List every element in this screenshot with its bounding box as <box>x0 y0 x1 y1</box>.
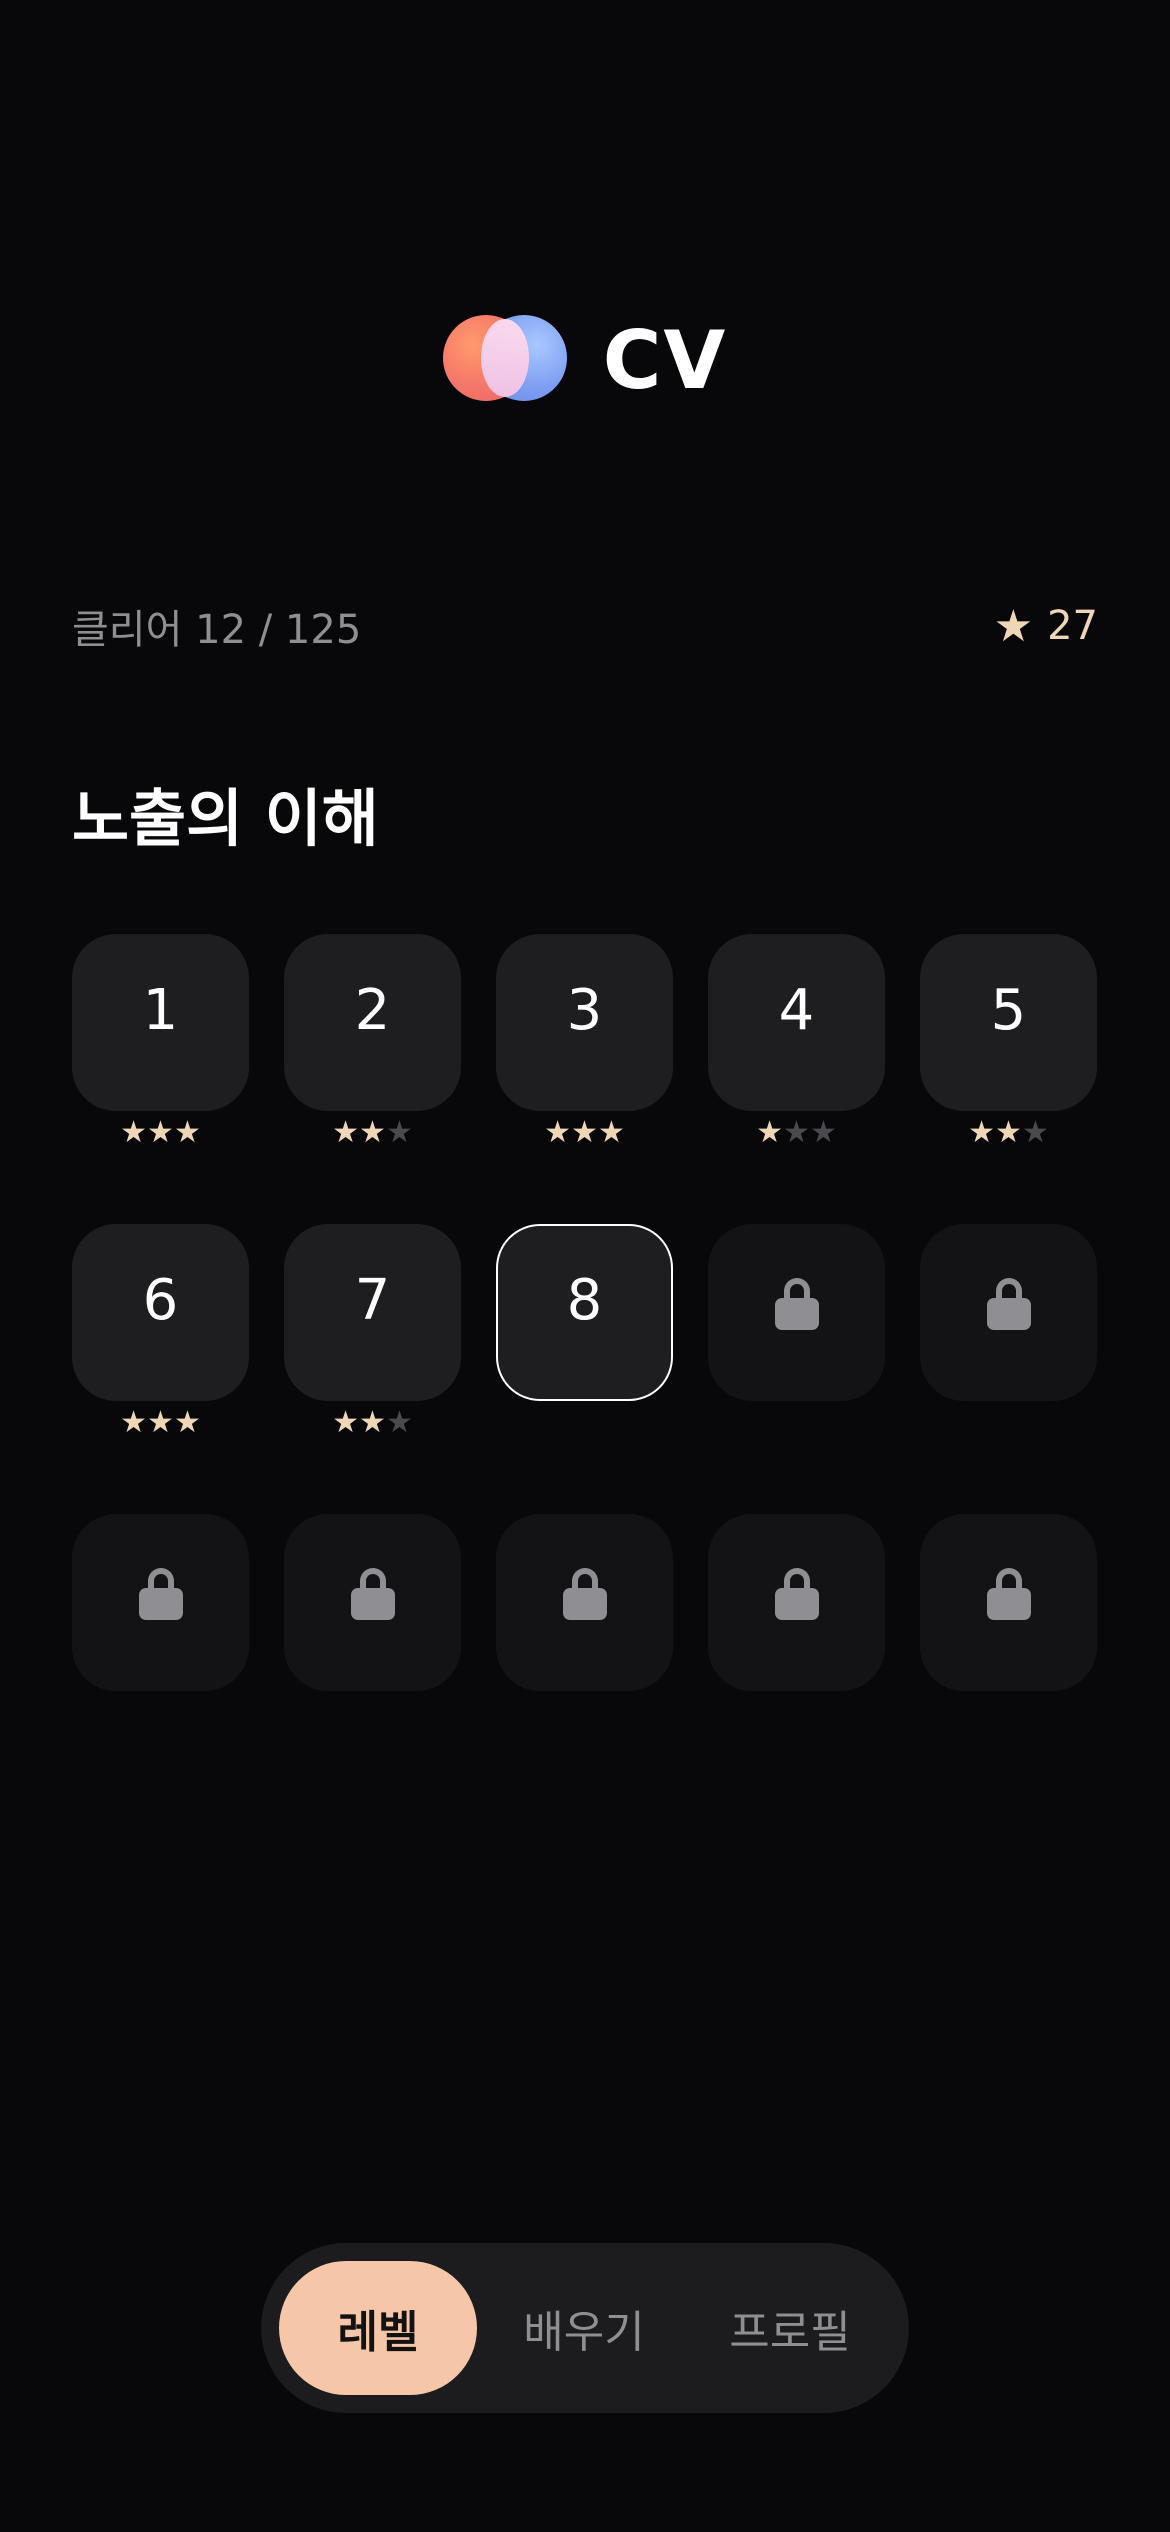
star-empty-icon: ★ <box>385 1115 413 1150</box>
star-filled-icon: ★ <box>173 1405 201 1440</box>
tab-profile[interactable]: 프로필 <box>691 2261 889 2395</box>
star-filled-icon: ★ <box>544 1115 572 1150</box>
level-number: 5 <box>990 978 1027 1043</box>
star-filled-icon: ★ <box>756 1115 784 1150</box>
star-filled-icon: ★ <box>571 1115 598 1150</box>
progress-row: 클리어 12 / 125 ★ 27 <box>72 598 1098 654</box>
locked-level-tile[interactable] <box>284 1514 461 1691</box>
tab-learn[interactable]: 배우기 <box>485 2261 683 2395</box>
level-tile-5[interactable]: 5 <box>920 934 1097 1111</box>
level-number: 7 <box>354 1268 391 1333</box>
star-empty-icon: ★ <box>783 1115 810 1150</box>
level-star-rating: ★★★ <box>284 1118 461 1148</box>
level-number: 8 <box>566 1268 603 1333</box>
level-tile-7[interactable]: 7 <box>284 1224 461 1401</box>
tab-level[interactable]: 레벨 <box>279 2261 477 2395</box>
level-cell <box>284 1514 461 1691</box>
star-total-count: 27 <box>1047 603 1098 649</box>
star-filled-icon: ★ <box>968 1115 996 1150</box>
lock-icon <box>774 1277 819 1330</box>
star-filled-icon: ★ <box>120 1405 148 1440</box>
star-empty-icon: ★ <box>1021 1115 1049 1150</box>
star-filled-icon: ★ <box>147 1405 174 1440</box>
locked-level-tile[interactable] <box>708 1224 885 1401</box>
level-number: 2 <box>354 978 391 1043</box>
lock-icon <box>986 1567 1031 1620</box>
star-filled-icon: ★ <box>173 1115 201 1150</box>
level-cell: 6 ★★★ <box>72 1224 249 1438</box>
level-number: 1 <box>142 978 179 1043</box>
star-filled-icon: ★ <box>332 1405 360 1440</box>
star-filled-icon: ★ <box>359 1115 386 1150</box>
level-tile-6[interactable]: 6 <box>72 1224 249 1401</box>
level-tile-2[interactable]: 2 <box>284 934 461 1111</box>
star-filled-icon: ★ <box>597 1115 625 1150</box>
lock-icon <box>350 1567 395 1620</box>
level-cell <box>708 1514 885 1691</box>
locked-level-tile[interactable] <box>708 1514 885 1691</box>
section-title: 노출의 이해 <box>72 782 379 855</box>
level-grid: 1 ★★★ 2 ★★★ 3 ★★★ 4 ★★★ 5 ★★★ 6 ★★★ 7 ★★★ 8 <box>72 934 1100 1691</box>
level-star-rating: ★★★ <box>920 1118 1097 1148</box>
level-cell: 4 ★★★ <box>708 934 885 1148</box>
locked-level-tile[interactable] <box>920 1514 1097 1691</box>
level-cell <box>72 1514 249 1691</box>
star-icon: ★ <box>993 600 1034 652</box>
level-tile-1[interactable]: 1 <box>72 934 249 1111</box>
locked-level-tile[interactable] <box>920 1224 1097 1401</box>
app-logo-text: CV <box>602 313 728 407</box>
level-cell: 2 ★★★ <box>284 934 461 1148</box>
level-cell <box>496 1514 673 1691</box>
bottom-tab-bar: 레벨 배우기 프로필 <box>261 2243 909 2413</box>
star-filled-icon: ★ <box>359 1405 386 1440</box>
app-header: CV <box>0 310 1170 410</box>
level-star-rating: ★★★ <box>496 1118 673 1148</box>
star-empty-icon: ★ <box>809 1115 837 1150</box>
star-filled-icon: ★ <box>120 1115 148 1150</box>
lock-icon <box>138 1567 183 1620</box>
lock-icon <box>986 1277 1031 1330</box>
star-filled-icon: ★ <box>995 1115 1022 1150</box>
level-cell: 5 ★★★ <box>920 934 1097 1148</box>
level-tile-3[interactable]: 3 <box>496 934 673 1111</box>
locked-level-tile[interactable] <box>496 1514 673 1691</box>
level-star-rating: ★★★ <box>284 1408 461 1438</box>
level-number: 3 <box>566 978 603 1043</box>
level-cell <box>920 1224 1097 1401</box>
level-cell: 7 ★★★ <box>284 1224 461 1438</box>
level-cell: 1 ★★★ <box>72 934 249 1148</box>
star-total: ★ 27 <box>994 601 1098 652</box>
lock-icon <box>562 1567 607 1620</box>
level-star-rating: ★★★ <box>708 1118 885 1148</box>
star-empty-icon: ★ <box>385 1405 413 1440</box>
logo-icon <box>442 315 567 405</box>
star-filled-icon: ★ <box>147 1115 174 1150</box>
locked-level-tile[interactable] <box>72 1514 249 1691</box>
level-cell <box>920 1514 1097 1691</box>
star-filled-icon: ★ <box>332 1115 360 1150</box>
level-star-rating: ★★★ <box>72 1408 249 1438</box>
level-cell: 3 ★★★ <box>496 934 673 1148</box>
lock-icon <box>774 1567 819 1620</box>
level-star-rating: ★★★ <box>72 1118 249 1148</box>
level-cell <box>708 1224 885 1401</box>
level-tile-8[interactable]: 8 <box>496 1224 673 1401</box>
level-number: 6 <box>142 1268 179 1333</box>
clear-progress-label: 클리어 12 / 125 <box>72 607 362 653</box>
level-cell: 8 <box>496 1224 673 1401</box>
level-number: 4 <box>778 978 815 1043</box>
level-tile-4[interactable]: 4 <box>708 934 885 1111</box>
